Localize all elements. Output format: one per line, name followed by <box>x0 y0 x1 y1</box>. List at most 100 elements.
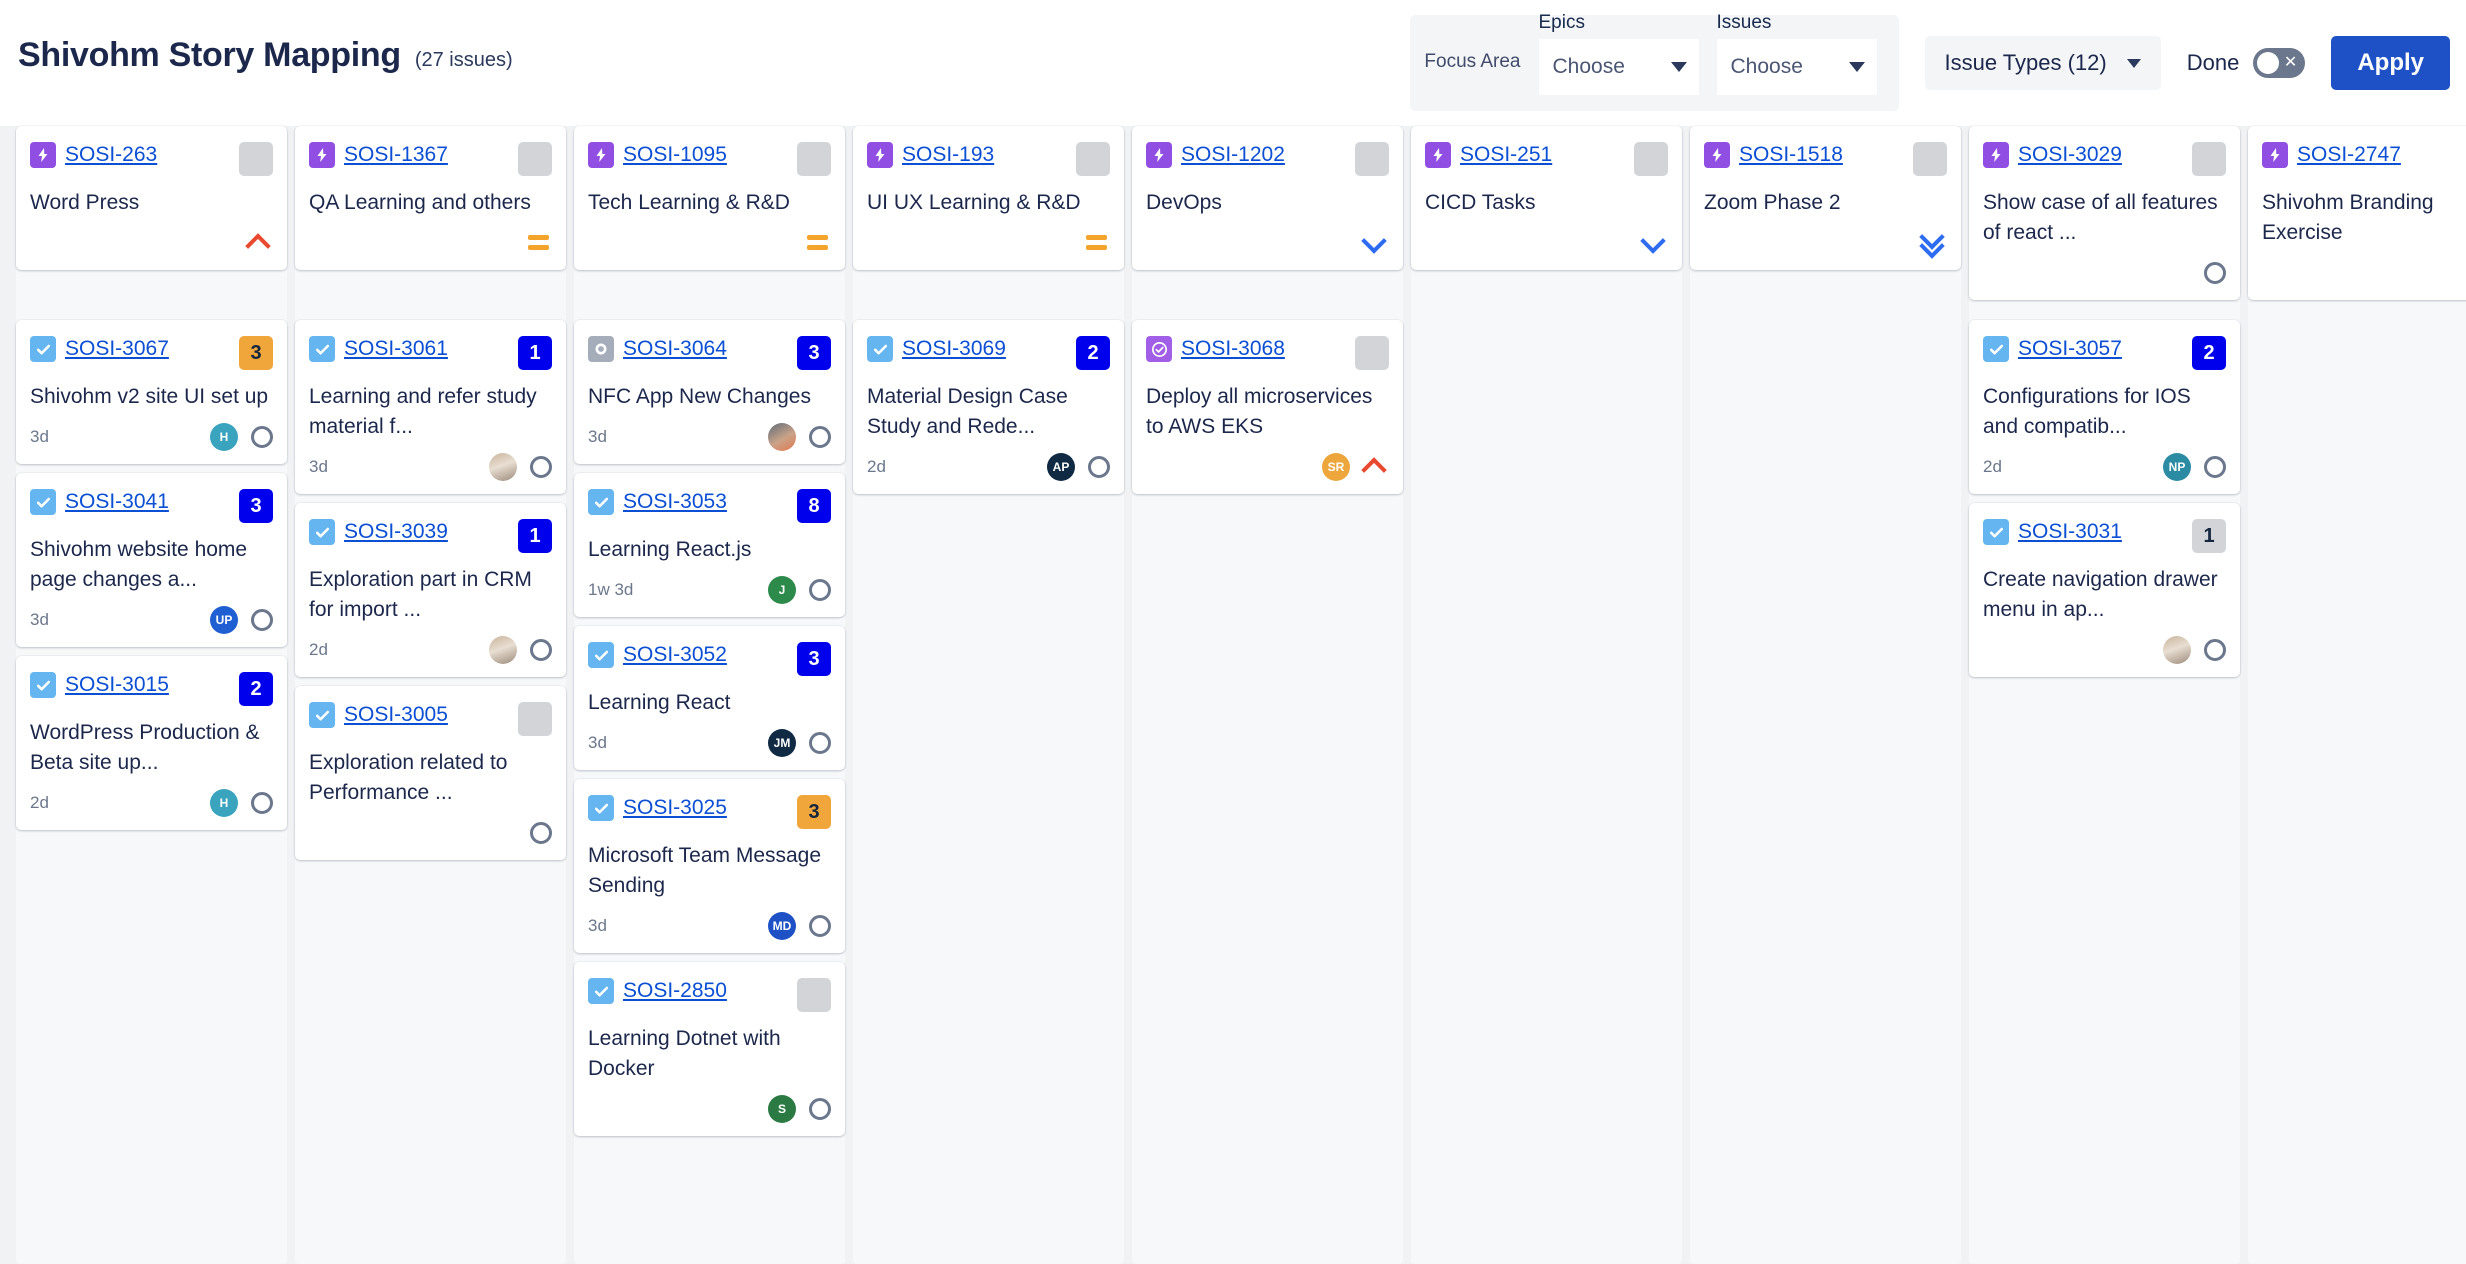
epic-card[interactable]: SOSI-263 Word Press <box>16 126 287 270</box>
issue-key-link[interactable]: SOSI-3015 <box>65 673 169 697</box>
card-title: DevOps <box>1146 188 1389 218</box>
card-title: UI UX Learning & R&D <box>867 188 1110 218</box>
story-card[interactable]: SOSI-3005Exploration related to Performa… <box>295 686 566 860</box>
avatar[interactable]: H <box>210 423 238 451</box>
issue-key-group: SOSI-3029 <box>1983 142 2122 168</box>
avatar[interactable]: UP <box>210 606 238 634</box>
card-footer-right <box>489 636 552 664</box>
apply-button[interactable]: Apply <box>2331 36 2450 90</box>
issue-key-link[interactable]: SOSI-3064 <box>623 337 727 361</box>
story-card[interactable]: SOSI-30538Learning React.js1w 3dJ <box>574 473 845 617</box>
story-card[interactable]: SOSI-30253Microsoft Team Message Sending… <box>574 779 845 953</box>
story-list: SOSI-3068Deploy all microservices to AWS… <box>1132 320 1403 494</box>
epic-card[interactable]: SOSI-3029Show case of all features of re… <box>1969 126 2240 300</box>
issue-key-link[interactable]: SOSI-1518 <box>1739 143 1843 167</box>
issue-key-link[interactable]: SOSI-1202 <box>1181 143 1285 167</box>
app-header: Shivohm Story Mapping (27 issues) Focus … <box>0 0 2466 126</box>
avatar[interactable] <box>768 423 796 451</box>
epic-card[interactable]: SOSI-251CICD Tasks <box>1411 126 1682 270</box>
epic-slot: SOSI-2747Shivohm Branding Exercise <box>2248 126 2466 310</box>
issue-key-link[interactable]: SOSI-3052 <box>623 643 727 667</box>
story-card[interactable]: SOSI-3068Deploy all microservices to AWS… <box>1132 320 1403 494</box>
card-footer: 2dNP <box>1983 452 2226 482</box>
issue-types-dropdown[interactable]: Issue Types (12) <box>1925 36 2161 90</box>
done-toggle[interactable]: ✕ <box>2253 48 2305 78</box>
estimate-badge <box>518 142 552 176</box>
issue-key-link[interactable]: SOSI-3057 <box>2018 337 2122 361</box>
issue-key-link[interactable]: SOSI-3025 <box>623 796 727 820</box>
issue-key-link[interactable]: SOSI-3039 <box>344 520 448 544</box>
epic-card[interactable]: SOSI-1518Zoom Phase 2 <box>1690 126 1961 270</box>
story-card[interactable]: SOSI-30572Configurations for IOS and com… <box>1969 320 2240 494</box>
issue-key-link[interactable]: SOSI-263 <box>65 143 157 167</box>
epic-card[interactable]: SOSI-1202 DevOps <box>1132 126 1403 270</box>
issue-key-link[interactable]: SOSI-3069 <box>902 337 1006 361</box>
story-check-icon <box>30 336 56 362</box>
todo-circle-icon <box>530 639 552 661</box>
avatar[interactable]: SR <box>1322 453 1350 481</box>
issue-types-label: Issue Types (12) <box>1945 50 2107 76</box>
card-header: SOSI-193 <box>867 142 1110 176</box>
story-card[interactable]: SOSI-30611Learning and refer study mater… <box>295 320 566 494</box>
story-card[interactable]: SOSI-30523Learning React3dJM <box>574 626 845 770</box>
card-footer-right <box>2204 262 2226 284</box>
issue-key-link[interactable]: SOSI-3053 <box>623 490 727 514</box>
epic-card[interactable]: SOSI-1095Tech Learning & R&D <box>574 126 845 270</box>
avatar[interactable] <box>489 636 517 664</box>
issue-key-link[interactable]: SOSI-2850 <box>623 979 727 1003</box>
avatar[interactable]: AP <box>1047 453 1075 481</box>
issue-key-link[interactable]: SOSI-3005 <box>344 703 448 727</box>
epic-bolt-icon <box>1146 142 1172 168</box>
card-title: Learning React.js <box>588 535 831 565</box>
card-title: Word Press <box>30 188 273 218</box>
issue-key-link[interactable]: SOSI-3029 <box>2018 143 2122 167</box>
low-priority-icon <box>1642 232 1668 254</box>
issue-key-link[interactable]: SOSI-1095 <box>623 143 727 167</box>
card-header: SOSI-30253 <box>588 795 831 829</box>
issue-key-link[interactable]: SOSI-3061 <box>344 337 448 361</box>
issue-key-group: SOSI-3067 <box>30 336 169 362</box>
time-estimate: 3d <box>588 427 607 447</box>
issue-key-link[interactable]: SOSI-251 <box>1460 143 1552 167</box>
todo-circle-icon <box>530 822 552 844</box>
card-footer-right <box>489 453 552 481</box>
card-footer-right <box>1363 232 1389 254</box>
story-card[interactable]: SOSI-30311Create navigation drawer menu … <box>1969 503 2240 677</box>
time-estimate: 2d <box>309 640 328 660</box>
board-column: SOSI-1095Tech Learning & R&D SOSI-30643NF… <box>574 126 845 1264</box>
epic-slot: SOSI-263 Word Press <box>16 126 287 310</box>
avatar[interactable]: H <box>210 789 238 817</box>
estimate-badge: 3 <box>239 336 273 370</box>
avatar[interactable] <box>2163 636 2191 664</box>
issue-key-link[interactable]: SOSI-2747 <box>2297 143 2401 167</box>
story-card[interactable]: SOSI-30413Shivohm website home page chan… <box>16 473 287 647</box>
issue-key-link[interactable]: SOSI-193 <box>902 143 994 167</box>
story-card[interactable]: SOSI-2850Learning Dotnet with DockerS <box>574 962 845 1136</box>
issue-key-link[interactable]: SOSI-3067 <box>65 337 169 361</box>
card-footer-right <box>1642 232 1668 254</box>
card-footer: 2dAP <box>867 452 1110 482</box>
epic-card[interactable]: SOSI-2747Shivohm Branding Exercise <box>2248 126 2466 300</box>
avatar[interactable]: JM <box>768 729 796 757</box>
avatar[interactable] <box>489 453 517 481</box>
story-card[interactable]: SOSI-30152WordPress Production & Beta si… <box>16 656 287 830</box>
avatar[interactable]: NP <box>2163 453 2191 481</box>
epic-card[interactable]: SOSI-1367QA Learning and others <box>295 126 566 270</box>
story-card[interactable]: SOSI-30643NFC App New Changes3d <box>574 320 845 464</box>
issue-key-link[interactable]: SOSI-3041 <box>65 490 169 514</box>
issue-key-link[interactable]: SOSI-1367 <box>344 143 448 167</box>
issue-key-link[interactable]: SOSI-3068 <box>1181 337 1285 361</box>
low-priority-icon <box>1363 232 1389 254</box>
story-card[interactable]: SOSI-30391Exploration part in CRM for im… <box>295 503 566 677</box>
issue-key-link[interactable]: SOSI-3031 <box>2018 520 2122 544</box>
avatar[interactable]: J <box>768 576 796 604</box>
issues-select[interactable]: Choose <box>1717 39 1877 95</box>
story-list: SOSI-30673Shivohm v2 site UI set up3dHSO… <box>16 320 287 830</box>
story-card[interactable]: SOSI-30673Shivohm v2 site UI set up3dH <box>16 320 287 464</box>
epic-card[interactable]: SOSI-193 UI UX Learning & R&D <box>853 126 1124 270</box>
highest-priority-icon <box>247 232 273 254</box>
avatar[interactable]: S <box>768 1095 796 1123</box>
epics-select[interactable]: Choose <box>1539 39 1699 95</box>
avatar[interactable]: MD <box>768 912 796 940</box>
story-card[interactable]: SOSI-30692Material Design Case Study and… <box>853 320 1124 494</box>
